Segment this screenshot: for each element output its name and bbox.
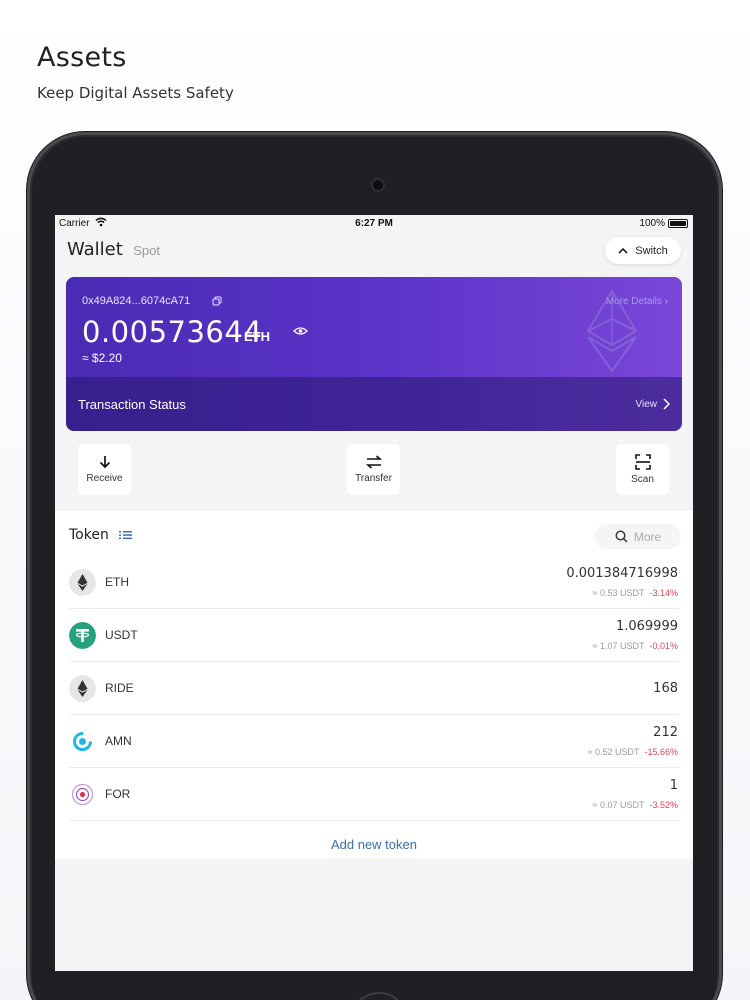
search-icon <box>615 530 628 543</box>
token-amount: 168 <box>653 681 678 696</box>
view-link[interactable]: View <box>635 398 670 410</box>
token-usdt: ≈ 0.52 USDT <box>587 747 640 757</box>
receive-label: Receive <box>86 473 123 484</box>
token-amount: 0.001384716998 <box>566 566 678 581</box>
switch-label: Switch <box>635 244 668 257</box>
token-symbol: FOR <box>105 787 131 801</box>
app-screen: Carrier 6:27 PM 100% Wallet Spot Switch … <box>55 215 693 971</box>
token-panel: Token More ETH 0.001384716998 ≈ 0.53 USD… <box>55 511 693 859</box>
token-subline: ≈ 0.07 USDT -3.52% <box>593 800 679 810</box>
battery-icon <box>668 219 688 228</box>
token-symbol: AMN <box>105 734 132 748</box>
token-row-for[interactable]: FOR 1 ≈ 0.07 USDT -3.52% <box>69 768 679 821</box>
home-button[interactable] <box>350 992 408 1000</box>
promo-title: Assets <box>37 42 127 73</box>
battery-percent: 100% <box>639 218 665 229</box>
transfer-button[interactable]: Transfer <box>347 444 400 495</box>
token-change: -0.01% <box>649 641 678 651</box>
receive-button[interactable]: Receive <box>78 444 131 495</box>
token-usdt: ≈ 0.07 USDT <box>592 800 645 810</box>
token-row-eth[interactable]: ETH 0.001384716998 ≈ 0.53 USDT -3.14% <box>69 556 679 609</box>
wallet-address[interactable]: 0x49A824...6074cA71 <box>82 295 190 307</box>
chevron-up-icon <box>618 247 628 254</box>
token-search-button[interactable]: More <box>595 524 681 549</box>
amn-icon <box>69 728 96 755</box>
eth-icon <box>69 569 96 596</box>
add-new-token-link[interactable]: Add new token <box>55 837 693 852</box>
token-row-ride[interactable]: RIDE 168 <box>69 662 679 715</box>
token-amount: 212 <box>653 725 678 740</box>
camera <box>373 180 383 190</box>
token-row-usdt[interactable]: USDT 1.069999 ≈ 1.07 USDT -0.01% <box>69 609 679 662</box>
scan-button[interactable]: Scan <box>616 444 669 495</box>
view-label: View <box>635 398 658 410</box>
copy-icon[interactable] <box>212 296 222 306</box>
balance-amount: 0.00573644 <box>82 315 263 349</box>
swap-icon <box>365 455 382 469</box>
ride-icon <box>69 675 96 702</box>
token-row-amn[interactable]: AMN 212 ≈ 0.52 USDT -15.66% <box>69 715 679 768</box>
clock: 6:27 PM <box>355 218 393 229</box>
token-symbol: USDT <box>105 628 138 642</box>
chevron-right-icon <box>663 398 670 410</box>
fiat-value: ≈ $2.20 <box>82 351 122 365</box>
usdt-icon <box>69 622 96 649</box>
wallet-header: Wallet Spot <box>67 239 160 260</box>
token-subline: ≈ 1.07 USDT -0.01% <box>593 641 679 651</box>
token-usdt: ≈ 0.53 USDT <box>592 588 645 598</box>
list-icon[interactable] <box>118 530 132 540</box>
token-symbol: RIDE <box>105 681 134 695</box>
arrow-down-icon <box>99 456 110 469</box>
token-change: -3.14% <box>649 588 678 598</box>
token-subline: ≈ 0.53 USDT -3.14% <box>593 588 679 598</box>
balance-unit: ETH <box>244 329 270 344</box>
scan-label: Scan <box>631 474 654 485</box>
switch-button[interactable]: Switch <box>605 237 681 264</box>
token-change: -15.66% <box>644 747 678 757</box>
eth-watermark-icon <box>586 289 638 373</box>
page-title: Wallet <box>67 239 123 260</box>
status-bar: Carrier 6:27 PM 100% <box>55 215 693 233</box>
token-change: -3.52% <box>649 800 678 810</box>
transaction-status-label: Transaction Status <box>78 397 186 412</box>
promo-subtitle: Keep Digital Assets Safety <box>37 84 234 102</box>
token-usdt: ≈ 1.07 USDT <box>592 641 645 651</box>
transfer-label: Transfer <box>355 473 392 484</box>
token-amount: 1 <box>669 778 678 793</box>
scan-icon <box>634 454 651 470</box>
tab-spot[interactable]: Spot <box>133 243 160 258</box>
for-icon <box>69 781 96 808</box>
token-subline: ≈ 0.52 USDT -15.66% <box>588 747 679 757</box>
token-amount: 1.069999 <box>615 619 678 634</box>
token-title: Token <box>69 527 109 543</box>
token-symbol: ETH <box>105 575 129 589</box>
token-header: Token <box>69 527 132 543</box>
search-placeholder: More <box>633 529 662 544</box>
eye-icon[interactable] <box>293 326 308 336</box>
balance-card: 0x49A824...6074cA71 More Details › 0.005… <box>66 277 682 431</box>
